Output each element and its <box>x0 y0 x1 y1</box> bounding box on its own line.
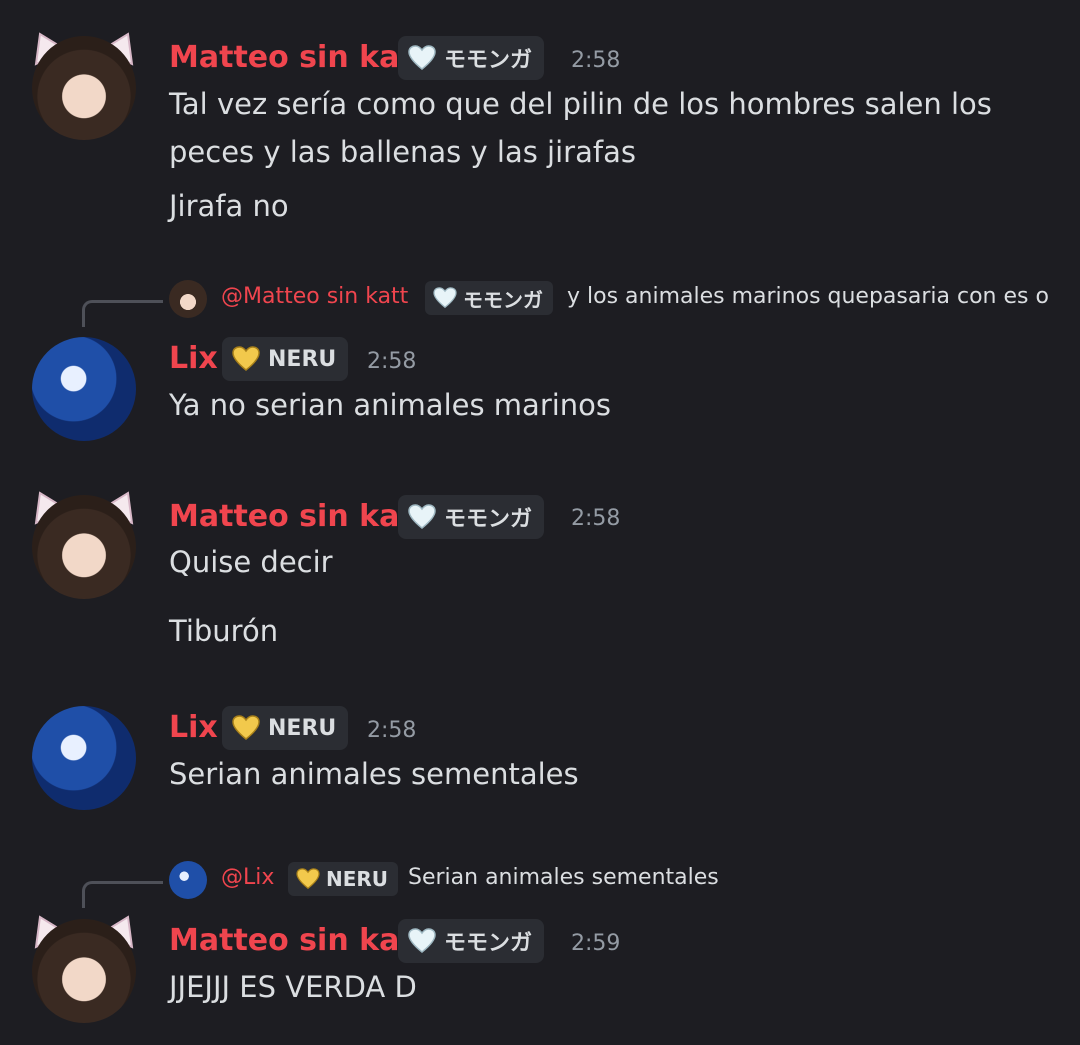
white-heart-icon <box>408 504 436 529</box>
reply-text: y los animales marinos quepasaria con es… <box>567 284 1049 309</box>
role-name: NERU <box>268 346 337 372</box>
reply-author[interactable]: @Matteo sin katt <box>221 284 408 309</box>
gold-heart-icon <box>232 715 260 740</box>
avatar[interactable] <box>32 36 136 140</box>
gold-heart-icon <box>296 868 320 890</box>
message-text: Serian animales sementales <box>169 757 579 791</box>
message-text: Tiburón <box>169 614 279 648</box>
role-tag[interactable]: モモンガ <box>398 36 545 80</box>
white-heart-icon <box>433 287 457 309</box>
timestamp: 2:58 <box>367 349 417 374</box>
role-tag[interactable]: モモンガ <box>398 919 545 963</box>
message-text: Ya no serian animales marinos <box>169 388 612 422</box>
message-text: Quise decir <box>169 545 333 579</box>
timestamp: 2:58 <box>367 718 417 743</box>
reply-role-tag: NERU <box>288 862 399 896</box>
role-name: モモンガ <box>444 931 533 956</box>
avatar[interactable] <box>32 919 136 1023</box>
avatar[interactable] <box>32 337 136 441</box>
reply-avatar <box>169 861 207 899</box>
role-name: NERU <box>268 715 337 741</box>
timestamp: 2:58 <box>571 506 621 531</box>
reply-connector <box>82 881 163 908</box>
reply-author[interactable]: @Lix <box>221 865 274 890</box>
role-name: モモンガ <box>444 48 533 73</box>
role-tag[interactable]: モモンガ <box>398 495 545 539</box>
message-text: Jirafa no <box>169 189 289 223</box>
reply-connector <box>82 300 163 327</box>
gold-heart-icon <box>232 346 260 371</box>
timestamp: 2:58 <box>571 48 621 73</box>
white-heart-icon <box>408 928 436 953</box>
message-author[interactable]: Matteo sin katt <box>169 40 428 76</box>
role-tag[interactable]: NERU <box>222 337 349 381</box>
role-name: NERU <box>326 867 389 891</box>
message-author[interactable]: Lix <box>169 341 218 377</box>
role-name: モモンガ <box>444 507 533 532</box>
message-text: Tal vez sería como que del pilin de los … <box>169 87 992 121</box>
reply-preview[interactable]: @Matteo sin katt モモンガ y los animales mar… <box>0 280 1080 327</box>
reply-role-tag: モモンガ <box>425 281 553 315</box>
role-tag[interactable]: NERU <box>222 706 349 750</box>
timestamp: 2:59 <box>571 931 621 956</box>
message-author[interactable]: Matteo sin katt <box>169 499 428 535</box>
message-author[interactable]: Lix <box>169 710 218 746</box>
chat-message-list: Matteo sin katt モモンガ 2:58 Tal vez sería … <box>0 0 1080 1045</box>
message-author[interactable]: Matteo sin katt <box>169 923 428 959</box>
avatar[interactable] <box>32 706 136 810</box>
avatar[interactable] <box>32 495 136 599</box>
role-name: モモンガ <box>463 287 543 312</box>
reply-text: Serian animales sementales <box>408 865 719 890</box>
reply-avatar <box>169 280 207 318</box>
white-heart-icon <box>408 45 436 70</box>
reply-preview[interactable]: @Lix NERU Serian animales sementales <box>0 861 1080 908</box>
message-text: peces y las ballenas y las jirafas <box>169 135 636 169</box>
message-text: JJEJJJ ES VERDA D <box>169 970 417 1004</box>
